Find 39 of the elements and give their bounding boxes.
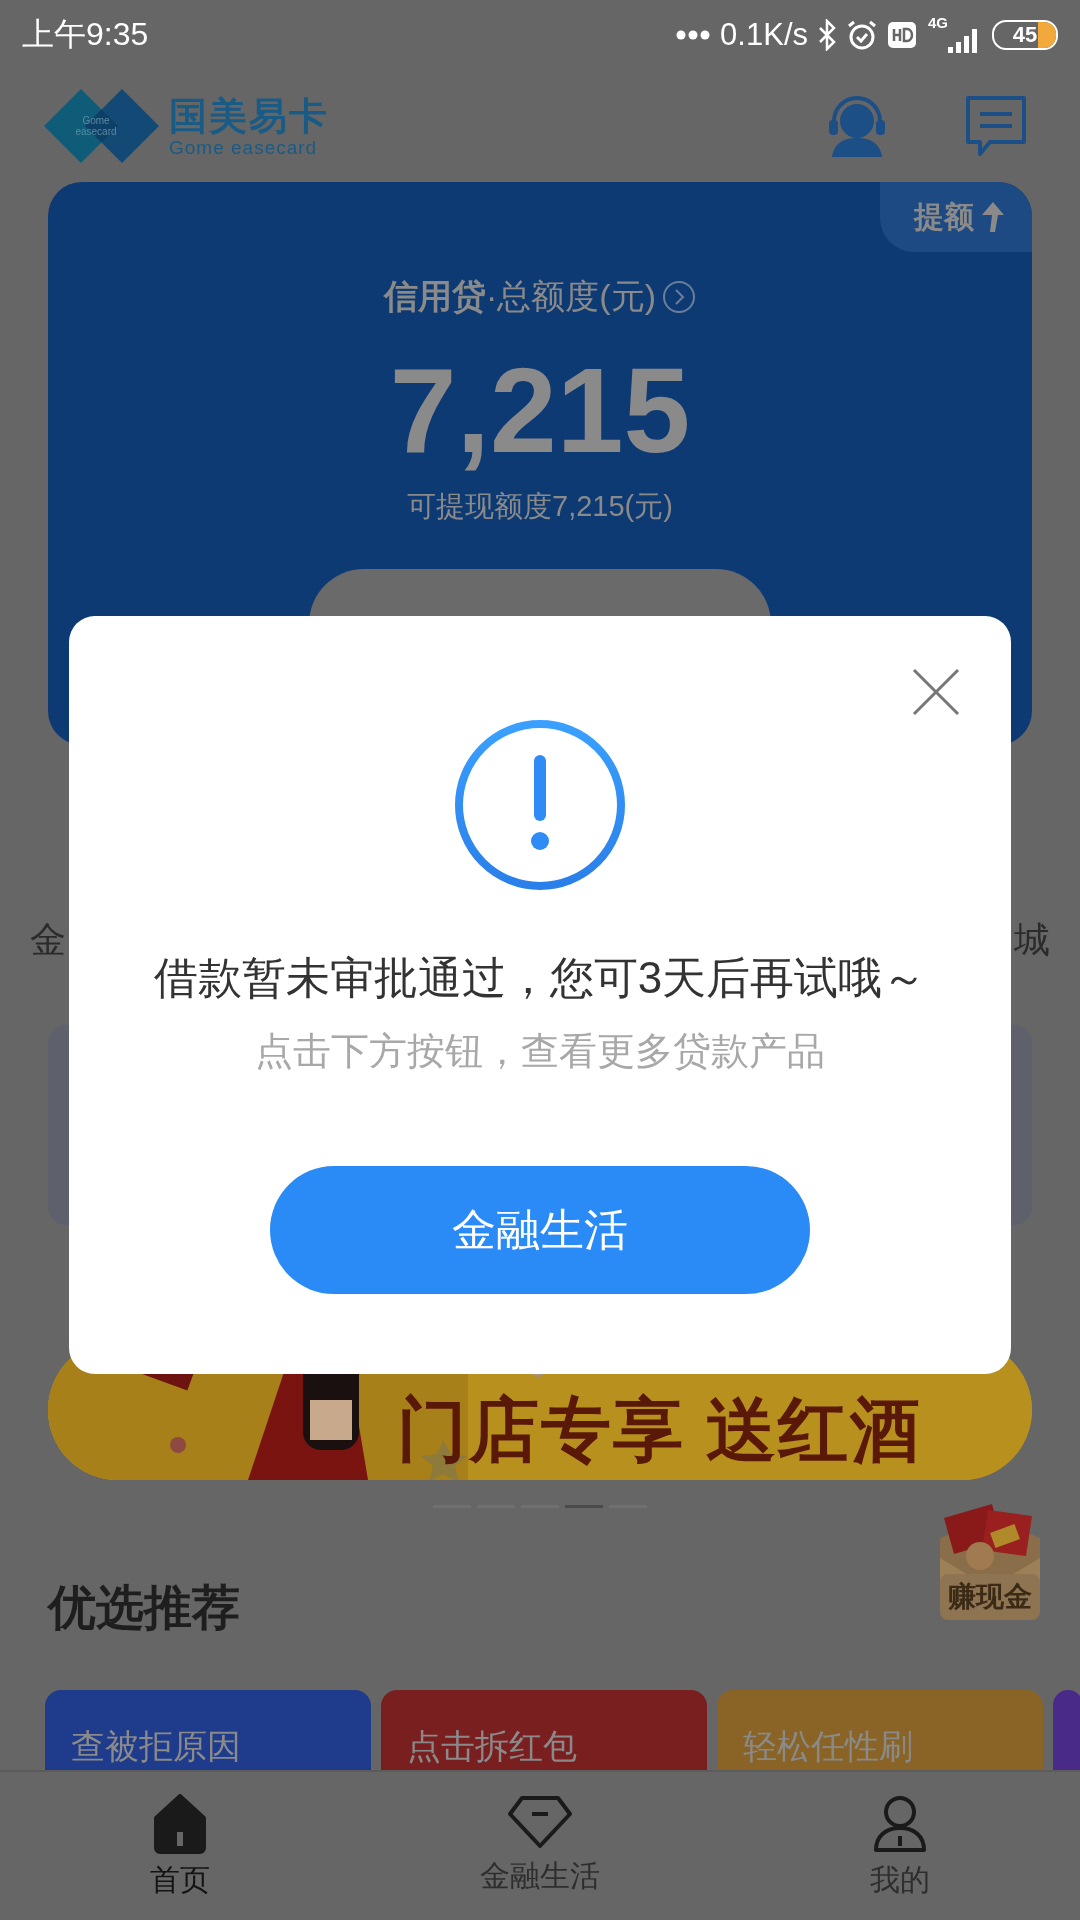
- bluetooth-icon: [818, 19, 836, 51]
- available-amount: 可提现额度7,215(元): [407, 489, 673, 524]
- network-speed: 0.1K/s: [720, 17, 808, 53]
- product-card[interactable]: 点击拆红包: [381, 1690, 707, 1770]
- chevron-circle-icon[interactable]: [662, 280, 696, 314]
- diamond-icon: [508, 1794, 572, 1850]
- section-title: 优选推荐: [48, 1580, 240, 1636]
- menu-label[interactable]: 城: [1014, 919, 1050, 961]
- logo-badge-text: Gome easecard: [74, 115, 118, 137]
- reward-badge[interactable]: 赚现金: [930, 1498, 1050, 1633]
- alert-icon: [454, 719, 626, 891]
- battery-indicator: 45: [992, 20, 1058, 50]
- status-time: 上午9:35: [22, 15, 150, 54]
- close-button[interactable]: [912, 668, 960, 716]
- raise-limit-tag[interactable]: 提额: [880, 182, 1032, 252]
- nav-tab[interactable]: 金融生活: [360, 1772, 720, 1920]
- banner-text: 门店专享 送红酒: [396, 1390, 922, 1470]
- logo-icon: [44, 89, 159, 163]
- logo-subtitle: Gome easecard: [169, 138, 319, 158]
- reward-label: 赚现金: [940, 1574, 1040, 1620]
- up-arrow-icon: [982, 202, 1004, 232]
- hd-icon: [888, 22, 916, 48]
- dots-icon: [676, 30, 711, 40]
- product-card[interactable]: 轻松任性刷: [717, 1690, 1043, 1770]
- alarm-icon: [846, 19, 878, 51]
- product-card[interactable]: 查被拒原因: [45, 1690, 371, 1770]
- finance-life-button[interactable]: 金融生活: [270, 1166, 810, 1294]
- dialog-hint: 点击下方按钮，查看更多贷款产品: [255, 1029, 825, 1073]
- credit-limit-title: 信用贷·总额度(元): [384, 276, 656, 317]
- nav-tab[interactable]: 我的: [720, 1772, 1080, 1920]
- message-icon[interactable]: [964, 94, 1028, 158]
- nav-tab[interactable]: 首页: [0, 1772, 360, 1920]
- dialog-message: 借款暂未审批通过，您可3天后再试哦～: [153, 953, 927, 1003]
- menu-label[interactable]: 金: [30, 919, 66, 961]
- home-icon: [152, 1794, 208, 1854]
- logo-title: 国美易卡: [169, 94, 329, 138]
- person-icon: [872, 1794, 928, 1854]
- network-type: 4G: [928, 15, 948, 30]
- credit-amount: 7,215: [389, 345, 691, 475]
